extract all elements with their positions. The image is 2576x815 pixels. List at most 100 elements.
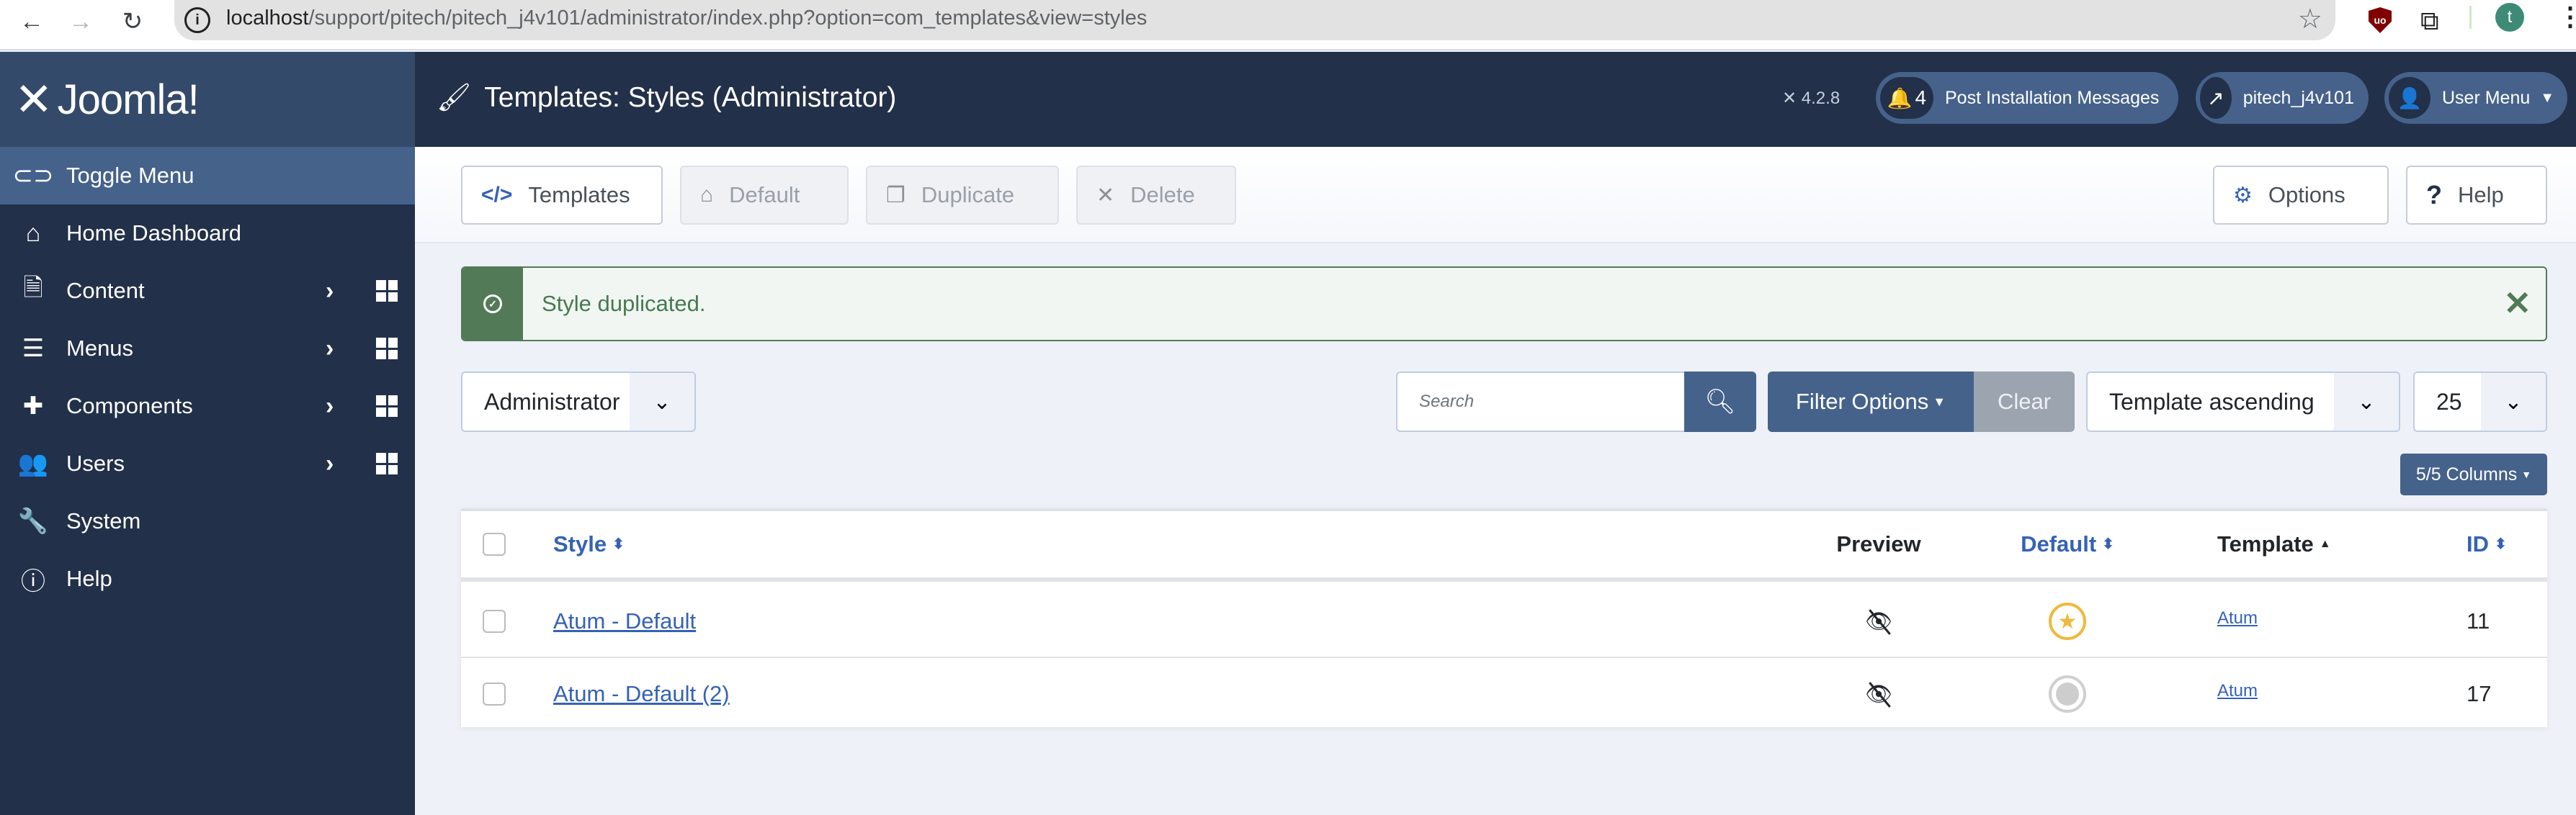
extensions-puzzle-icon[interactable]: ⧉ (2420, 6, 2439, 37)
user-menu-button[interactable]: 👤 User Menu ▼ (2384, 72, 2567, 124)
ublock-extension-icon[interactable]: uo (2369, 7, 2392, 33)
chevron-right-icon[interactable]: › (326, 450, 334, 478)
profile-avatar[interactable]: t (2495, 3, 2524, 32)
sidebar-item-label: Content (66, 278, 145, 303)
browser-menu-icon[interactable]: ⋮ (2557, 1, 2576, 32)
forward-button[interactable]: → (63, 4, 98, 39)
back-arrow-icon: ← (19, 7, 44, 35)
list-limit-select[interactable]: 25 ⌄ (2413, 372, 2547, 432)
gear-icon: ⚙ (2233, 183, 2253, 207)
address-bar[interactable]: i localhost/support/pitech/pitech_j4v101… (174, 0, 2335, 40)
search-button[interactable]: 🔍︎ (1684, 372, 1756, 432)
row-checkbox[interactable] (483, 586, 506, 657)
chevron-down-icon: ⌄ (630, 373, 694, 431)
chevron-down-icon: ⌄ (2481, 373, 2546, 431)
delete-button[interactable]: ✕ Delete (1076, 166, 1236, 225)
templates-button[interactable]: </> Templates (461, 166, 663, 225)
site-info-icon[interactable]: i (184, 7, 210, 33)
chevron-right-icon[interactable]: › (326, 277, 334, 305)
back-button[interactable]: ← (14, 4, 49, 39)
info-icon: ⓘ (21, 567, 45, 595)
sidebar-item-help[interactable]: ⓘ Help (0, 550, 415, 608)
ordering-select[interactable]: Template ascending ⌄ (2086, 372, 2400, 432)
template-link[interactable]: Atum (2217, 608, 2258, 629)
site-name-label: pitech_j4v101 (2242, 87, 2354, 108)
sidebar: ⊂⊃ Toggle Menu ⌂ Home Dashboard 🗎 Conten… (0, 147, 415, 815)
users-icon: 👥 (17, 450, 49, 477)
page-title: 🖌 Templates: Styles (Administrator) (437, 82, 896, 114)
dashboard-grid-icon[interactable] (376, 338, 398, 359)
post-installation-messages-button[interactable]: 🔔 4 Post Installation Messages (1876, 72, 2178, 124)
version-number: 4.2.8 (1801, 89, 1841, 108)
row-checkbox[interactable] (483, 658, 506, 730)
columns-toggle-button[interactable]: 5/5 Columns ▼ (2400, 454, 2547, 495)
page-title-text: Templates: Styles (Administrator) (484, 82, 897, 113)
sort-icon: ⬍ (2102, 536, 2114, 552)
delete-button-label: Delete (1130, 182, 1195, 207)
sidebar-item-label: Home Dashboard (66, 220, 241, 246)
default-star-icon[interactable]: ★ (2049, 603, 2086, 640)
view-site-button[interactable]: ↗ pitech_j4v101 (2196, 72, 2369, 124)
sidebar-item-label: Components (66, 393, 193, 418)
style-id: 17 (2467, 681, 2492, 706)
column-header-style[interactable]: Style ⬍ (553, 511, 625, 577)
column-header-id[interactable]: ID ⬍ (2467, 511, 2507, 577)
search-input[interactable] (1396, 372, 1684, 432)
sidebar-item-menus[interactable]: ☰ Menus › (0, 320, 415, 377)
filter-options-label: Filter Options (1795, 389, 1929, 414)
dashboard-grid-icon[interactable] (376, 280, 398, 302)
home-icon: ⌂ (25, 219, 41, 247)
reload-button[interactable]: ↻ (115, 4, 150, 39)
sidebar-item-content[interactable]: 🗎 Content › (0, 262, 415, 320)
set-default-circle-icon[interactable] (2049, 675, 2086, 713)
url-text[interactable]: localhost/support/pitech/pitech_j4v101/a… (226, 6, 1147, 30)
sidebar-item-label: Toggle Menu (66, 163, 194, 188)
times-icon: ✕ (1096, 183, 1115, 207)
home-icon: ⌂ (700, 183, 714, 207)
success-alert: ✓ Style duplicated. ✕ (461, 266, 2547, 341)
alert-message: Style duplicated. (542, 291, 706, 316)
joomla-logo-text: Joomla! (57, 76, 200, 123)
list-limit-value: 25 (2436, 388, 2462, 415)
user-circle-icon: 👤 (2389, 77, 2430, 119)
url-host: localhost (226, 6, 309, 30)
help-button[interactable]: ? Help (2406, 166, 2547, 225)
sidebar-item-toggle-menu[interactable]: ⊂⊃ Toggle Menu (0, 147, 415, 204)
options-button[interactable]: ⚙ Options (2213, 166, 2389, 225)
bookmark-star-icon[interactable]: ☆ (2298, 3, 2322, 35)
column-header-template[interactable]: Template ▲ (2217, 511, 2331, 577)
filter-options-button[interactable]: Filter Options ▼ (1768, 372, 1974, 432)
duplicate-button[interactable]: ❐ Duplicate (866, 166, 1059, 225)
header-label: Template (2217, 531, 2314, 557)
clear-button[interactable]: Clear (1974, 372, 2075, 432)
copy-icon: ❐ (886, 183, 905, 207)
dashboard-grid-icon[interactable] (376, 453, 398, 474)
joomla-logo[interactable]: ✕ Joomla! (0, 52, 415, 147)
style-link[interactable]: Atum - Default (2) (553, 681, 730, 707)
post-installation-label: Post Installation Messages (1945, 87, 2160, 108)
chevron-right-icon[interactable]: › (326, 392, 334, 420)
sidebar-item-system[interactable]: 🔧 System (0, 492, 415, 550)
sidebar-item-home-dashboard[interactable]: ⌂ Home Dashboard (0, 204, 415, 262)
close-alert-icon[interactable]: ✕ (2503, 284, 2531, 323)
user-menu-label: User Menu (2442, 87, 2531, 108)
table-row: Atum - Default 👁︎ ★ Atum 11 (461, 586, 2547, 658)
dashboard-grid-icon[interactable] (376, 395, 398, 417)
sidebar-item-components[interactable]: ✚ Components › (0, 377, 415, 435)
column-header-default[interactable]: Default ⬍ (1995, 511, 2139, 577)
styles-table: Style ⬍ Preview Default ⬍ Template ▲ ID … (461, 508, 2547, 727)
template-link[interactable]: Atum (2217, 681, 2258, 701)
default-button[interactable]: ⌂ Default (680, 166, 849, 225)
sidebar-item-users[interactable]: 👥 Users › (0, 435, 415, 492)
chevron-right-icon[interactable]: › (326, 335, 334, 363)
chevron-down-icon: ▼ (2540, 89, 2555, 106)
client-select[interactable]: Administrator ⌄ (461, 372, 696, 432)
forward-arrow-icon: → (68, 7, 93, 35)
client-select-value: Administrator (484, 388, 620, 415)
help-button-label: Help (2458, 182, 2504, 207)
select-all-checkbox[interactable] (483, 511, 506, 577)
joomla-logo-mark-icon: ✕ (14, 73, 53, 125)
style-link[interactable]: Atum - Default (553, 608, 696, 634)
sort-icon: ⬍ (2495, 536, 2507, 552)
column-header-preview: Preview (1807, 511, 1951, 577)
